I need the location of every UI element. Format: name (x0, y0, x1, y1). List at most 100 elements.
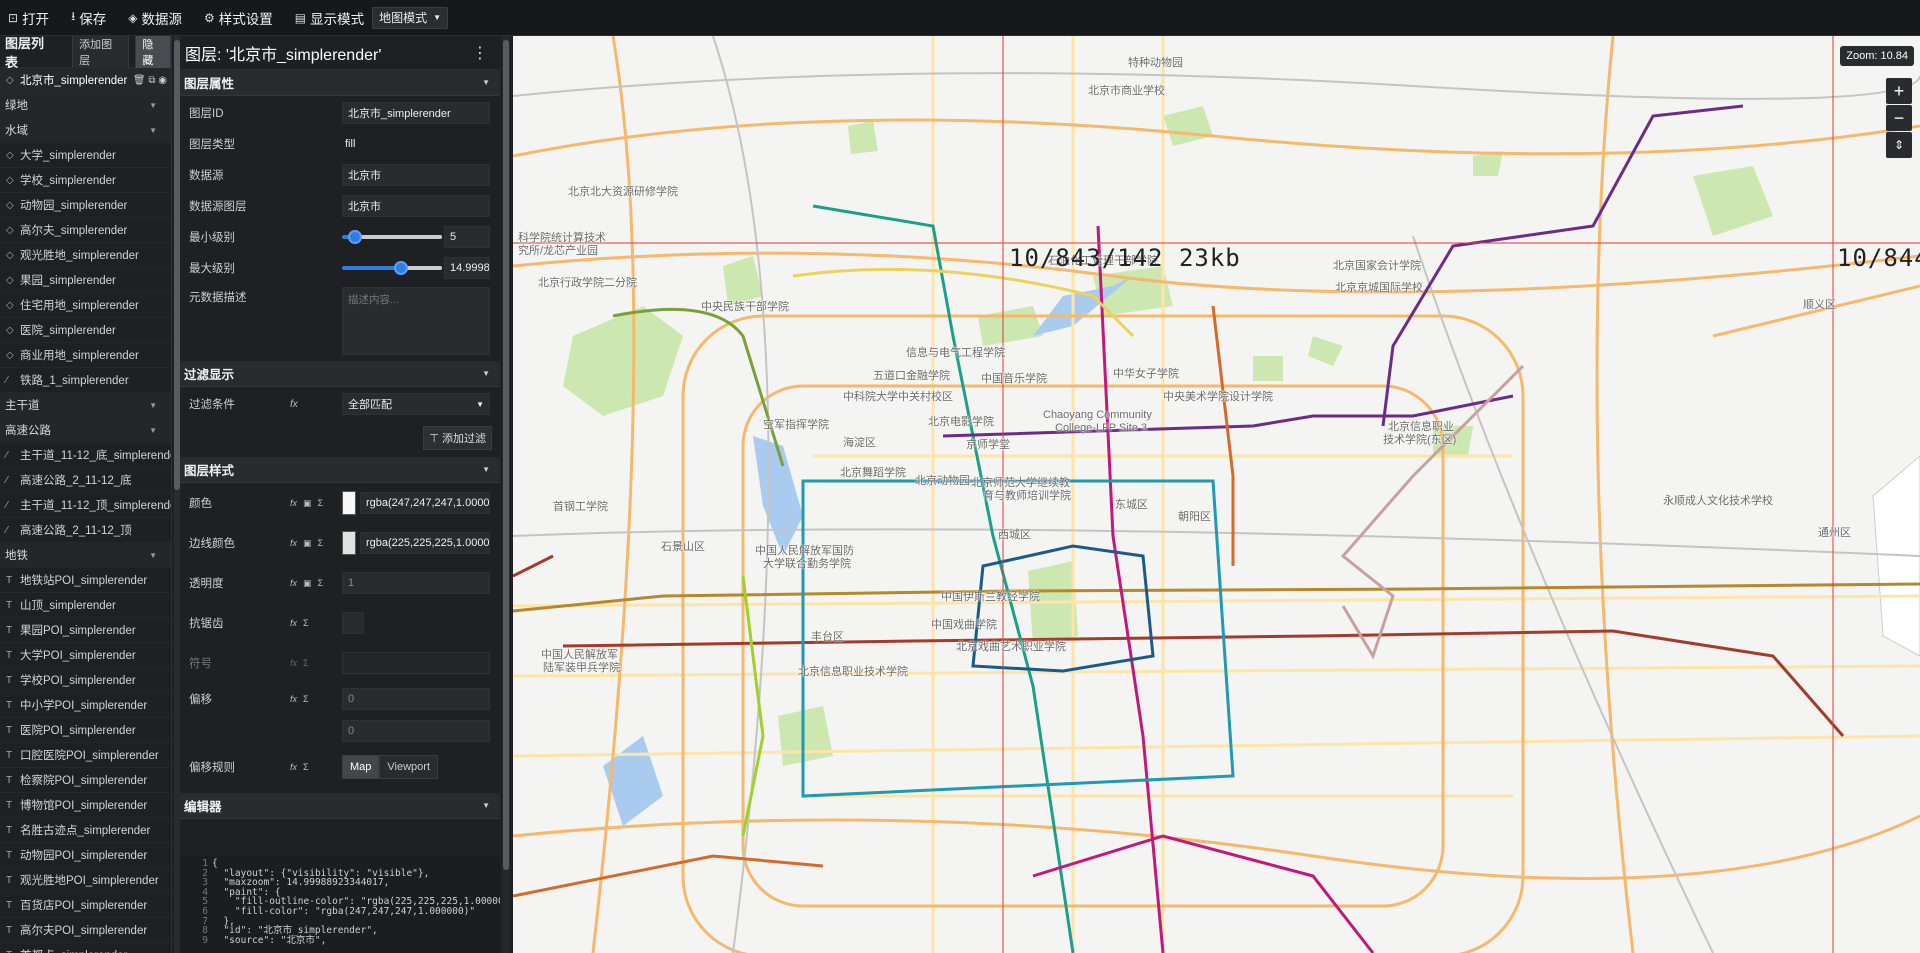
image-icon[interactable]: ▣ (303, 538, 312, 549)
antialias-checkbox[interactable] (342, 612, 364, 634)
layer-item[interactable]: ◇ 大学_simplerender (0, 143, 171, 168)
properties-scrollbar[interactable] (502, 36, 510, 953)
layer-item[interactable]: T 博物馆POI_simplerender (0, 793, 171, 818)
function-icon[interactable]: fx (290, 498, 297, 509)
layer-group[interactable]: 绿地 ▼ (0, 93, 171, 118)
layer-item[interactable]: T 检察院POI_simplerender (0, 768, 171, 793)
filter-select[interactable]: 全部匹配 ▼ (342, 393, 490, 415)
sigma-icon[interactable]: Σ (318, 578, 324, 589)
function-icon[interactable]: fx (290, 618, 297, 628)
source-layer-field[interactable]: 北京市 (342, 194, 490, 217)
layer-item[interactable]: T 学校POI_simplerender (0, 668, 171, 693)
add-layer-button[interactable]: 添加图层 (72, 36, 130, 72)
layer-item[interactable]: ⁄ 高速公路_2_11-12_顶 (0, 518, 171, 543)
layer-item[interactable]: T 动物园POI_simplerender (0, 843, 171, 868)
anchor-map-option[interactable]: Map (342, 755, 380, 779)
function-icon[interactable]: fx (290, 694, 297, 704)
hide-button[interactable]: 隐藏 (135, 36, 171, 72)
property-tools[interactable]: fx ▣ Σ (290, 498, 323, 509)
minzoom-slider[interactable] (342, 230, 442, 244)
section-editor[interactable]: 编辑器 ▼ (180, 793, 500, 819)
outline-color-swatch[interactable] (342, 531, 356, 555)
translate-anchor-toggle[interactable]: Map Viewport (342, 755, 439, 779)
layer-item[interactable]: ◇ 观光胜地_simplerender (0, 243, 171, 268)
layer-item[interactable]: T 观光胜地POI_simplerender (0, 868, 171, 893)
minzoom-input[interactable]: 5 (444, 225, 490, 248)
maxzoom-input[interactable]: 14.99988923344017 (444, 256, 490, 279)
map-view[interactable]: 特种动物园 北京市商业学校 北京北大资源研修学院 科学院统计算技术 究所/龙芯产业园 北京… (513, 36, 1920, 953)
anchor-viewport-option[interactable]: Viewport (379, 755, 439, 779)
zoom-in-button[interactable]: + (1886, 78, 1912, 104)
outline-color-input[interactable]: rgba(225,225,225,1.000000) (360, 532, 490, 554)
translate-x-input[interactable]: 0 (342, 688, 490, 710)
image-icon[interactable]: ▣ (303, 578, 312, 589)
style-settings-button[interactable]: ⚙ 样式设置 (204, 8, 273, 28)
function-icon[interactable]: fx (290, 399, 298, 410)
maxzoom-slider[interactable] (342, 261, 442, 275)
layer-item[interactable]: ⁄ 铁路_1_simplerender (0, 368, 171, 393)
sigma-icon[interactable]: Σ (318, 538, 324, 549)
color-swatch[interactable] (342, 491, 356, 515)
layer-item[interactable]: T 口腔医院POI_simplerender (0, 743, 171, 768)
scroll-thumb[interactable] (503, 40, 509, 870)
add-filter-button[interactable]: ⊤ 添加过滤 (423, 426, 492, 450)
section-style[interactable]: 图层样式 ▼ (180, 457, 500, 483)
zoom-out-button[interactable]: − (1886, 105, 1912, 131)
function-icon[interactable]: fx (290, 578, 297, 589)
image-icon[interactable]: ▣ (303, 498, 312, 509)
function-icon[interactable]: fx (290, 762, 297, 772)
section-layer-properties[interactable]: 图层属性 ▼ (180, 70, 500, 96)
sigma-icon[interactable]: Σ (303, 618, 309, 628)
compass-button[interactable]: ⇕ (1886, 132, 1912, 158)
layer-item[interactable]: ⁄ 高速公路_2_11-12_底 (0, 468, 171, 493)
layer-item[interactable]: ⁄ 主干道_11-12_底_simplerender (0, 443, 171, 468)
display-mode-button[interactable]: ▤ 显示模式 (295, 8, 364, 28)
property-tools[interactable]: fx ▣ Σ (290, 578, 323, 589)
layer-item[interactable]: T 大学POI_simplerender (0, 643, 171, 668)
layer-group[interactable]: 地铁 ▼ (0, 543, 171, 568)
layer-item[interactable]: ◇ 住宅用地_simplerender (0, 293, 171, 318)
layer-item[interactable]: ◇ 学校_simplerender (0, 168, 171, 193)
layer-item[interactable]: T 百货店POI_simplerender (0, 893, 171, 918)
slider-handle[interactable] (348, 230, 362, 244)
layer-item[interactable]: ◇ 高尔夫_simplerender (0, 218, 171, 243)
layer-item[interactable]: T 中小学POI_simplerender (0, 693, 171, 718)
layer-group[interactable]: 水域 ▼ (0, 118, 171, 143)
layer-item[interactable]: ◇ 北京市_simplerender 🗑 ⧉ ◉ (0, 68, 171, 93)
layer-item[interactable]: T 山顶_simplerender (0, 593, 171, 618)
property-tools[interactable]: fx Σ (290, 618, 309, 628)
save-button[interactable]: ⭳ 保存 (71, 7, 106, 28)
layer-id-field[interactable]: 北京市_simplerender (342, 101, 490, 124)
layer-item[interactable]: ◇ 商业用地_simplerender (0, 343, 171, 368)
slider-handle[interactable] (394, 261, 408, 275)
layer-item[interactable]: T 医院POI_simplerender (0, 718, 171, 743)
open-button[interactable]: ⊡ 打开 (8, 8, 49, 28)
layer-item[interactable]: ◇ 医院_simplerender (0, 318, 171, 343)
sigma-icon[interactable]: Σ (318, 498, 324, 509)
sigma-icon[interactable]: Σ (303, 694, 309, 704)
layer-group[interactable]: 高速公路 ▼ (0, 418, 171, 443)
json-editor[interactable]: 1{2 "layout": {"visibility": "visible"},… (180, 855, 500, 953)
property-tools[interactable]: fx ▣ Σ (290, 538, 323, 549)
layer-item[interactable]: ◇ 果园_simplerender (0, 268, 171, 293)
color-input[interactable]: rgba(247,247,247,1.000000) (360, 492, 490, 514)
datasource-button[interactable]: ◈ 数据源 (128, 8, 182, 28)
layer-actions-icons[interactable]: 🗑 ⧉ ◉ (132, 74, 167, 86)
section-filter[interactable]: 过滤显示 ▼ (180, 361, 500, 387)
layer-item[interactable]: ⁄ 主干道_11-12_顶_simplerender (0, 493, 171, 518)
metadata-textarea[interactable]: 描述内容... (342, 287, 490, 355)
translate-y-input[interactable]: 0 (342, 720, 490, 742)
layer-item[interactable]: T 地铁站POI_simplerender (0, 568, 171, 593)
layer-item[interactable]: T 名胜古迹点_simplerender (0, 818, 171, 843)
property-tools[interactable]: fx Σ (290, 762, 309, 772)
layer-item[interactable]: T 高尔夫POI_simplerender (0, 918, 171, 943)
property-tools[interactable]: fx Σ (290, 694, 309, 704)
sigma-icon[interactable]: Σ (303, 762, 309, 772)
function-icon[interactable]: fx (290, 538, 297, 549)
layer-item[interactable]: ◇ 动物园_simplerender (0, 193, 171, 218)
layer-item[interactable]: T 果园POI_simplerender (0, 618, 171, 643)
map-mode-select[interactable]: 地图模式 ▼ (372, 6, 449, 29)
more-vertical-icon[interactable]: ⋮ (472, 43, 488, 63)
source-field[interactable]: 北京市 (342, 163, 490, 186)
opacity-input[interactable]: 1 (342, 572, 490, 594)
